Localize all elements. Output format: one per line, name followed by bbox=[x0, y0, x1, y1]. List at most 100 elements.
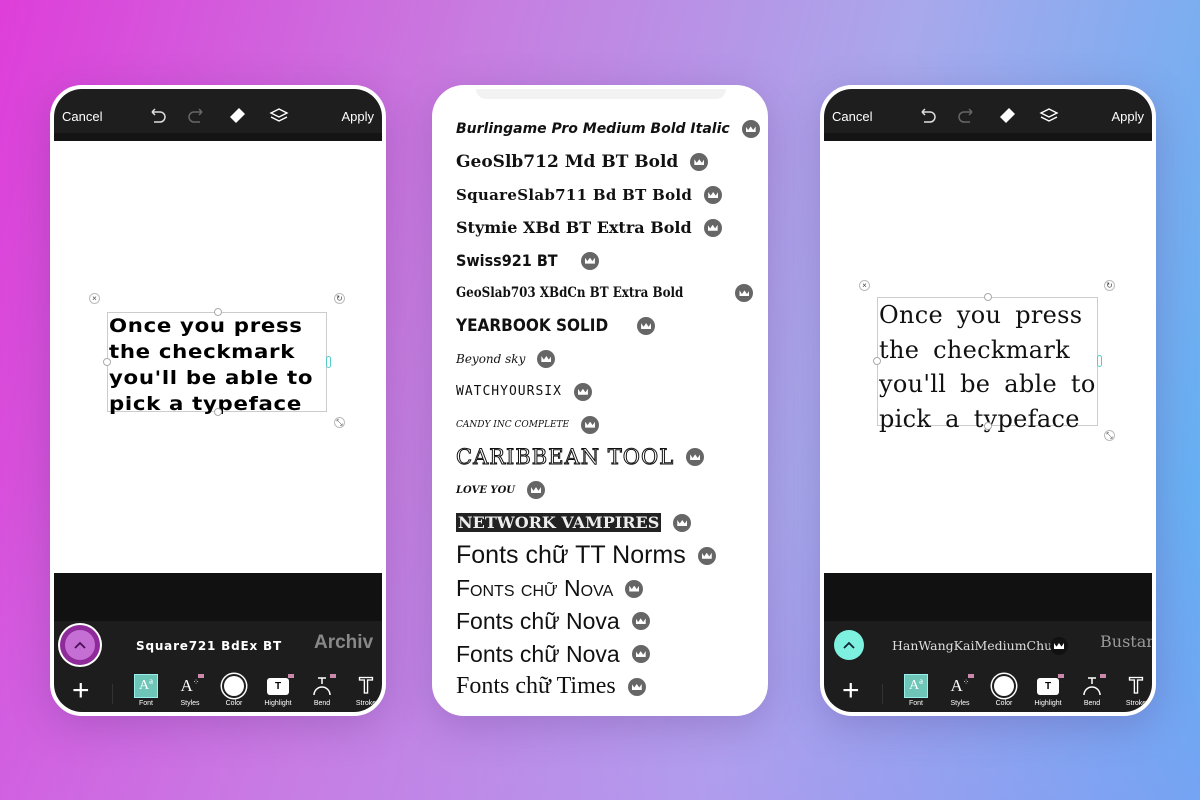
tool-stroke[interactable]: T Stroke bbox=[1116, 672, 1152, 707]
eraser-icon[interactable] bbox=[996, 105, 1018, 127]
add-button[interactable]: + bbox=[72, 676, 90, 706]
expand-button[interactable] bbox=[834, 630, 864, 660]
canvas[interactable]: Once you press the checkmark you'll be a… bbox=[824, 141, 1152, 573]
font-option[interactable]: Archiv bbox=[314, 632, 373, 654]
crown-icon bbox=[637, 317, 656, 336]
crown-icon bbox=[573, 382, 592, 401]
tool-bend[interactable]: Bend bbox=[302, 674, 342, 707]
cancel-button[interactable]: Cancel bbox=[832, 109, 872, 124]
font-option-selected[interactable]: Square721 BdEx BT bbox=[136, 639, 282, 653]
scale-icon[interactable]: ⤡ bbox=[334, 417, 345, 428]
redo-icon[interactable] bbox=[186, 105, 208, 127]
crown-icon bbox=[741, 120, 760, 139]
font-list: Burlingame Pro Medium Bold Italic GeoSlb7… bbox=[455, 113, 760, 704]
cancel-button[interactable]: Cancel bbox=[62, 109, 102, 124]
tool-highlight[interactable]: T Highlight bbox=[258, 674, 298, 707]
add-button[interactable]: + bbox=[842, 676, 860, 706]
undo-icon[interactable] bbox=[146, 105, 168, 127]
text-box[interactable]: Once you press the checkmark you'll be a… bbox=[103, 308, 331, 416]
font-name: YEARBOOK SOLID bbox=[456, 316, 609, 337]
canvas[interactable]: Once you press the checkmark you'll be a… bbox=[54, 141, 382, 573]
font-list-item[interactable]: Fonts chữ Times bbox=[456, 671, 754, 704]
text-box[interactable]: Once you press the checkmark you'll be a… bbox=[873, 293, 1102, 433]
layers-icon[interactable] bbox=[268, 105, 290, 127]
font-list-item[interactable]: Stymie XBd BT Extra Bold bbox=[456, 211, 754, 244]
resize-handle-bottom[interactable] bbox=[984, 422, 992, 430]
tool-label: Font bbox=[908, 700, 923, 707]
font-list-item[interactable]: GeoSlb712 Md BT Bold bbox=[456, 146, 754, 179]
tool-label: Styles bbox=[950, 700, 970, 707]
font-carousel[interactable]: HanWangKaiMediumChuIn Bustan bbox=[824, 621, 1152, 668]
tool-styles[interactable]: A⁘ Styles bbox=[170, 674, 210, 707]
font-list-phone: Burlingame Pro Medium Bold Italic GeoSlb7… bbox=[432, 85, 768, 716]
redo-icon[interactable] bbox=[956, 105, 978, 127]
tool-color[interactable]: Color bbox=[984, 674, 1024, 707]
font-name: SquareSlab711 Bd BT Bold bbox=[456, 185, 693, 204]
font-list-item[interactable]: Swiss921 BT bbox=[456, 244, 754, 277]
crown-icon bbox=[673, 513, 692, 532]
tool-label: Font bbox=[138, 700, 153, 707]
font-list-item[interactable]: Fonts chữ Nova bbox=[456, 605, 754, 638]
resize-handle-top[interactable] bbox=[984, 293, 992, 301]
crown-icon bbox=[625, 579, 644, 598]
apply-button[interactable]: Apply bbox=[341, 109, 374, 124]
delete-icon[interactable]: × bbox=[89, 293, 100, 304]
rotate-icon[interactable]: ↻ bbox=[334, 293, 345, 304]
resize-handle-top[interactable] bbox=[214, 308, 222, 316]
crown-icon bbox=[686, 448, 705, 467]
font-option-selected[interactable]: HanWangKaiMediumChuIn bbox=[892, 638, 1065, 653]
font-list-item[interactable]: Fonts chữ Nova bbox=[456, 572, 754, 605]
font-list-item[interactable]: YEARBOOK SOLID bbox=[456, 310, 754, 343]
tool-font[interactable]: Aª Font bbox=[126, 674, 166, 707]
font-name: CANDY INC COMPLETE bbox=[456, 419, 570, 430]
bottom-toolbar: + Aª Font A⁘ Styles Color T Highlight Bend T Stro… bbox=[824, 668, 1152, 712]
font-list-item[interactable]: Burlingame Pro Medium Bold Italic bbox=[456, 113, 760, 146]
font-list-item[interactable]: Fonts chữ Nova bbox=[456, 638, 754, 671]
font-list-item[interactable]: LOVE YOU bbox=[456, 474, 754, 507]
resize-handle-left[interactable] bbox=[103, 358, 111, 366]
resize-handle-left[interactable] bbox=[873, 357, 881, 365]
resize-handle-bottom[interactable] bbox=[214, 408, 222, 416]
undo-icon[interactable] bbox=[916, 105, 938, 127]
bend-icon bbox=[1072, 674, 1112, 698]
font-list-item[interactable]: CARIBBEAN TOOL bbox=[455, 441, 754, 474]
tool-label: Stroke bbox=[1125, 700, 1147, 707]
font-list-item[interactable]: GeoSlab703 XBdCn BT Extra Bold bbox=[456, 277, 754, 310]
font-name: Stymie XBd BT Extra Bold bbox=[456, 218, 692, 238]
rotate-icon[interactable]: ↻ bbox=[1104, 280, 1115, 291]
scale-icon[interactable]: ⤡ bbox=[1104, 430, 1115, 441]
crown-icon bbox=[527, 481, 545, 500]
resize-handle-right[interactable] bbox=[1097, 355, 1102, 367]
font-list-item[interactable]: Fonts chữ TT Norms bbox=[456, 539, 754, 572]
tool-highlight[interactable]: T Highlight bbox=[1028, 674, 1068, 707]
resize-handle-right[interactable] bbox=[326, 356, 331, 368]
font-carousel[interactable]: Square721 BdEx BT Archiv bbox=[54, 621, 382, 668]
crown-icon bbox=[704, 185, 723, 204]
tool-label: Highlight bbox=[1034, 700, 1062, 707]
font-name: Fonts chữ Nova bbox=[456, 640, 620, 667]
tool-font[interactable]: Aª Font bbox=[896, 674, 936, 707]
layers-icon[interactable] bbox=[1038, 105, 1060, 127]
expand-button[interactable] bbox=[58, 623, 102, 667]
eraser-icon[interactable] bbox=[226, 105, 248, 127]
sheet-handle[interactable] bbox=[476, 89, 726, 99]
font-list-item[interactable]: CANDY INC COMPLETE bbox=[456, 408, 754, 441]
crown-icon bbox=[631, 612, 650, 631]
font-name: Fonts chữ Nova bbox=[456, 607, 620, 634]
tool-styles[interactable]: A⁘ Styles bbox=[940, 674, 980, 707]
tool-label: Highlight bbox=[264, 700, 292, 707]
font-list-item[interactable]: WATCHYOURSIX bbox=[456, 375, 754, 408]
apply-button[interactable]: Apply bbox=[1111, 109, 1144, 124]
delete-icon[interactable]: × bbox=[859, 280, 870, 291]
font-list-item[interactable]: Beyond sky bbox=[456, 343, 754, 376]
font-list-item[interactable]: SquareSlab711 Bd BT Bold bbox=[456, 179, 754, 212]
bend-icon bbox=[302, 674, 342, 698]
crown-icon bbox=[735, 284, 754, 303]
styles-icon: A⁘ bbox=[940, 674, 980, 698]
tool-bend[interactable]: Bend bbox=[1072, 674, 1112, 707]
font-list-item[interactable]: NETWORK VAMPIRES bbox=[456, 507, 754, 540]
tool-stroke[interactable]: T Stroke bbox=[346, 672, 382, 707]
font-option[interactable]: Bustan bbox=[1100, 632, 1152, 651]
crown-icon bbox=[627, 677, 646, 696]
tool-color[interactable]: Color bbox=[214, 674, 254, 707]
